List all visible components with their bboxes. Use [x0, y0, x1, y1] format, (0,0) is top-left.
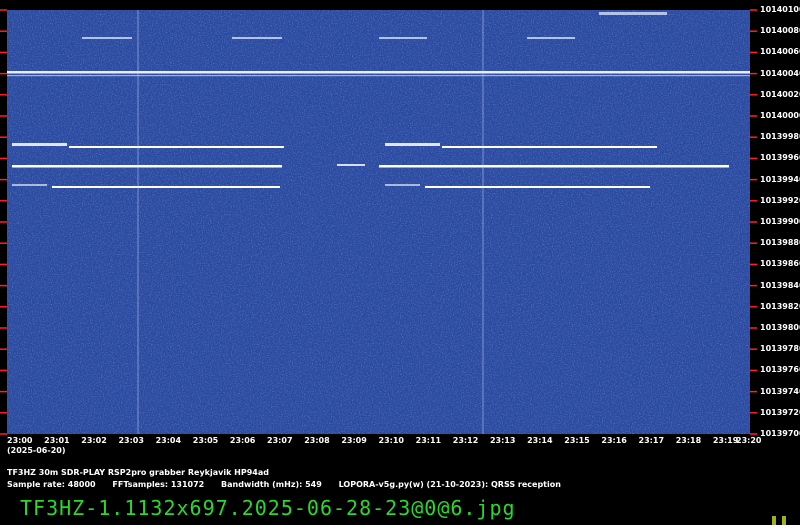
time-label: 23:14 — [527, 436, 553, 445]
time-label: 23:15 — [564, 436, 590, 445]
frequency-label: 10139800 — [760, 323, 800, 332]
sample-rate: Sample rate: 48000 — [7, 480, 96, 489]
time-label: 23:11 — [415, 436, 442, 445]
time-label: 23:13 — [489, 436, 516, 445]
time-label: 23:12 — [452, 436, 479, 445]
time-label: 23:17 — [638, 436, 665, 445]
corner-marker — [772, 516, 790, 525]
time-label: 23:18 — [675, 436, 702, 445]
frequency-label: 10139940 — [760, 174, 800, 184]
time-label: 23:08 — [304, 436, 330, 445]
bandwidth: Bandwidth (mHz): 549 — [221, 480, 322, 489]
frequency-label: 10139780 — [760, 344, 800, 354]
frequency-label: 10139860 — [760, 259, 800, 269]
frequency-label: 10140080 — [760, 26, 800, 36]
frequency-label: 10139720 — [760, 407, 800, 417]
image-filename: TF3HZ-1.1132x697.2025-06-28-23@0@6.jpg — [20, 496, 516, 520]
frequency-label: 10140000 — [760, 111, 800, 120]
frequency-label: 10139900 — [760, 217, 800, 226]
frequency-label: 10140100 — [760, 5, 800, 14]
time-label: 23:07 — [267, 436, 293, 445]
time-label: 23:20 — [736, 436, 762, 445]
frequency-label: 10139760 — [760, 365, 800, 375]
frequency-label: 10139700 — [760, 429, 800, 438]
time-label: 23:16 — [601, 436, 627, 445]
frequency-label: 10140060 — [760, 47, 800, 57]
frequency-label: 10139880 — [760, 238, 800, 248]
frequency-label: 10139840 — [760, 280, 800, 290]
frequency-label: 10140020 — [760, 89, 800, 99]
date-label: (2025-06-20) — [7, 446, 66, 455]
time-label: 23:06 — [229, 436, 256, 445]
time-label: 23:05 — [192, 436, 219, 445]
frequency-label: 10140040 — [760, 68, 800, 78]
station-info: TF3HZ 30m SDR-PLAY RSP2pro grabber Reykj… — [7, 468, 269, 477]
frequency-label: 10139820 — [760, 301, 800, 311]
time-label: 23:03 — [118, 436, 144, 445]
frequency-label: 10139960 — [760, 153, 800, 163]
fft-samples: FFTsamples: 131072 — [112, 480, 205, 489]
time-label: 23:01 — [44, 436, 70, 445]
frequency-label: 10139920 — [760, 195, 800, 205]
capture-parameters: Sample rate: 48000 FFTsamples: 131072 Ba… — [7, 480, 575, 489]
frequency-label: 10139740 — [760, 386, 800, 396]
software-version: LOPORA-v5g.py(w) (21-10-2023): QRSS rece… — [338, 480, 561, 489]
time-label: 23:19 — [712, 436, 739, 445]
time-label: 23:09 — [341, 436, 367, 445]
time-label: 23:00 — [7, 436, 33, 445]
time-label: 23:10 — [378, 436, 404, 445]
frequency-tick-marks — [0, 9, 757, 435]
time-label: 23:04 — [155, 436, 182, 445]
frequency-label: 10139980 — [760, 132, 800, 142]
time-label: 23:02 — [81, 436, 107, 445]
